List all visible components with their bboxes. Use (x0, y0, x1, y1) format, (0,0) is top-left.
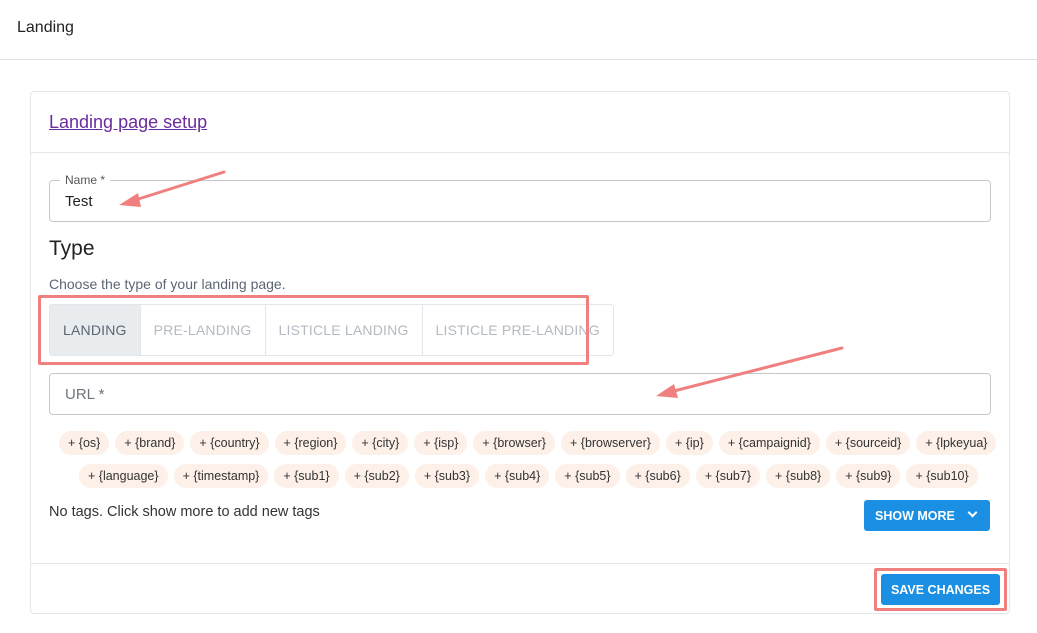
tag-chip[interactable]: + {sub8} (766, 464, 831, 488)
show-more-button[interactable]: SHOW MORE (864, 500, 990, 531)
card-header: Landing page setup (31, 92, 1009, 153)
type-heading: Type (49, 237, 95, 260)
tag-chip[interactable]: + {browserver} (561, 431, 660, 455)
name-field[interactable]: Name * Test (49, 173, 991, 222)
type-tabs: LANDING PRE-LANDING LISTICLE LANDING LIS… (49, 304, 614, 356)
landing-page-setup-link[interactable]: Landing page setup (49, 112, 207, 133)
tab-pre-landing[interactable]: PRE-LANDING (141, 305, 266, 355)
tag-chip[interactable]: + {timestamp} (173, 464, 269, 488)
tag-row-1: + {os} + {brand} + {country} + {region} … (59, 431, 1002, 455)
page-title: Landing (17, 19, 74, 36)
tag-chip[interactable]: + {browser} (473, 431, 555, 455)
landing-setup-card: Landing page setup Name * Test Type Choo… (30, 91, 1010, 614)
tag-chip[interactable]: + {ip} (665, 431, 713, 455)
top-bar: Landing (0, 0, 1037, 60)
tag-chip[interactable]: + {sub9} (836, 464, 901, 488)
tag-chip[interactable]: + {lpkeyua} (916, 431, 997, 455)
tag-chip[interactable]: + {sub1} (274, 464, 339, 488)
tag-chip[interactable]: + {campaignid} (718, 431, 820, 455)
chevron-down-icon (967, 507, 978, 518)
url-field-placeholder: URL * (65, 386, 105, 403)
name-field-label: Name * (60, 173, 111, 187)
tag-row-2: + {language} + {timestamp} + {sub1} + {s… (79, 464, 984, 488)
tag-chip[interactable]: + {isp} (414, 431, 468, 455)
save-changes-button[interactable]: SAVE CHANGES (881, 574, 1000, 605)
tab-landing[interactable]: LANDING (50, 305, 141, 355)
tag-chip[interactable]: + {sub6} (625, 464, 690, 488)
tag-chip[interactable]: + {os} (59, 431, 110, 455)
tag-chip[interactable]: + {region} (274, 431, 347, 455)
tag-chip[interactable]: + {brand} (115, 431, 185, 455)
tag-chip[interactable]: + {sub4} (485, 464, 550, 488)
tag-chip[interactable]: + {sub5} (555, 464, 620, 488)
name-field-value[interactable]: Test (65, 193, 93, 210)
tag-chip[interactable]: + {sub7} (695, 464, 760, 488)
tag-chip[interactable]: + {city} (352, 431, 409, 455)
card-footer-divider (31, 563, 1009, 564)
tag-chip[interactable]: + {sub3} (414, 464, 480, 488)
tag-chip[interactable]: + {sub2} (344, 464, 409, 488)
tab-listicle-landing[interactable]: LISTICLE LANDING (266, 305, 423, 355)
no-tags-message: No tags. Click show more to add new tags (49, 504, 320, 520)
tag-chip[interactable]: + {sub10} (906, 464, 978, 488)
show-more-label: SHOW MORE (875, 508, 955, 523)
url-field[interactable]: URL * (49, 373, 991, 415)
tab-listicle-pre-landing[interactable]: LISTICLE PRE-LANDING (423, 305, 613, 355)
tag-chip[interactable]: + {sourceid} (825, 431, 911, 455)
type-help-text: Choose the type of your landing page. (49, 276, 286, 292)
tag-chip[interactable]: + {country} (190, 431, 269, 455)
tag-chip[interactable]: + {language} (79, 464, 168, 488)
